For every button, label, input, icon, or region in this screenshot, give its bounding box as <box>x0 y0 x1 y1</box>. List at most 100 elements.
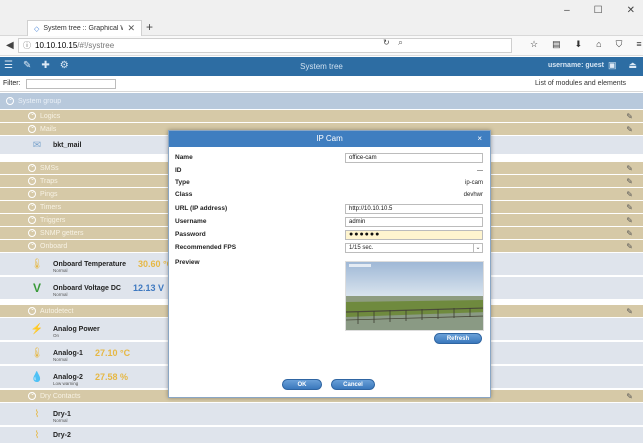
item-name: Dry-2 <box>53 431 71 439</box>
save-icon[interactable]: ▣ <box>608 60 617 71</box>
pencil-icon[interactable]: ✎ <box>626 112 633 121</box>
username-field[interactable]: admin <box>345 216 483 227</box>
group-label: Triggers <box>40 216 66 224</box>
pencil-icon[interactable]: ✎ <box>626 307 633 316</box>
collapse-icon[interactable] <box>28 175 36 185</box>
pencil-icon[interactable]: ✎ <box>626 242 633 251</box>
browser-nav-bar: ◀ ⓘ 10.10.10.15/#!/systree ↻ ⌕ ☆ ▤ ⬇ ⌂ ⛉… <box>0 36 643 56</box>
id-value: — <box>477 167 483 174</box>
field-type-row: Type ip-cam <box>175 177 485 188</box>
logout-icon[interactable]: ⏏ <box>629 60 638 71</box>
pencil-icon[interactable]: ✎ <box>626 216 633 225</box>
collapse-icon[interactable] <box>28 110 36 120</box>
group-label: Logics <box>40 112 61 120</box>
minimize-button[interactable]: – <box>564 5 570 16</box>
collapse-icon[interactable] <box>6 95 14 105</box>
download-icon[interactable]: ⬇ <box>575 39 583 50</box>
tab-title: System tree :: Graphical Wei: <box>43 25 123 32</box>
reload-icon[interactable]: ↻ <box>383 38 390 47</box>
collapse-icon[interactable] <box>28 227 36 237</box>
tree-item-logics[interactable]: Logics ✎ <box>0 110 643 122</box>
field-id-row: ID — <box>175 165 485 176</box>
window-close-button[interactable]: ✕ <box>627 5 635 16</box>
password-label: Password <box>175 231 206 238</box>
reader-icon[interactable]: ▤ <box>552 39 561 50</box>
tree-item-dry-1[interactable]: ⌇ Dry-1 Normal <box>0 403 643 425</box>
item-name: Onboard Voltage DC <box>53 284 121 292</box>
home-icon[interactable]: ⌂ <box>596 39 601 50</box>
collapse-icon[interactable] <box>28 240 36 250</box>
item-name: Dry-1 <box>53 410 71 418</box>
item-state: Low warning <box>53 381 79 386</box>
field-url-row: URL (IP address) http://10.10.10.5 <box>175 203 485 214</box>
browser-tab[interactable]: ◇ System tree :: Graphical Wei: ✕ <box>27 20 142 36</box>
group-label: Onboard <box>40 242 68 250</box>
voltage-icon: V <box>32 281 41 295</box>
bookmark-star-icon[interactable]: ☆ <box>530 39 538 50</box>
camera-preview-graphic <box>346 262 483 330</box>
tab-favicon-icon: ◇ <box>34 25 40 33</box>
pencil-icon[interactable]: ✎ <box>626 164 633 173</box>
fps-label: Recommended FPS <box>175 244 237 251</box>
fps-select[interactable]: 1/15 sec. ⌄ <box>345 242 483 253</box>
search-icon[interactable]: ⌕ <box>398 37 403 48</box>
item-state: Normal <box>53 292 68 297</box>
pencil-icon[interactable]: ✎ <box>626 203 633 212</box>
collapse-icon[interactable] <box>28 201 36 211</box>
username-label: Username <box>175 218 207 225</box>
group-label: Dry Contacts <box>40 392 81 400</box>
class-value: devhwr <box>463 191 483 198</box>
back-arrow-icon[interactable]: ◀ <box>6 40 14 51</box>
field-class-row: Class devhwr <box>175 189 485 200</box>
app-header: ☰ ✎ ✚ ⚙ System tree username: guest ▣ ⏏ <box>0 57 643 76</box>
fps-selected-value: 1/15 sec. <box>349 244 374 251</box>
pencil-icon[interactable]: ✎ <box>626 229 633 238</box>
info-icon[interactable]: ⓘ <box>23 40 31 51</box>
collapse-icon[interactable] <box>28 162 36 172</box>
refresh-button[interactable]: Refresh <box>434 333 482 344</box>
new-tab-button[interactable]: + <box>146 20 153 34</box>
tree-item-dry-2[interactable]: ⌇ Dry-2 <box>0 427 643 443</box>
class-label: Class <box>175 191 193 198</box>
item-state: Normal <box>53 357 68 362</box>
pencil-icon[interactable]: ✎ <box>626 125 633 134</box>
maximize-button[interactable]: ☐ <box>594 5 603 16</box>
filter-bar: Filter: List of modules and elements <box>0 76 643 92</box>
thermometer-icon: 🌡 <box>30 347 44 359</box>
url-host: 10.10.10.15 <box>35 41 78 50</box>
chevron-down-icon[interactable]: ⌄ <box>473 243 482 252</box>
contact-icon: ⌇ <box>34 408 40 420</box>
thermometer-icon: 🌡 <box>30 258 44 270</box>
pencil-icon[interactable]: ✎ <box>626 190 633 199</box>
ok-button[interactable]: OK <box>282 379 322 390</box>
modules-link[interactable]: List of modules and elements <box>535 80 626 87</box>
menu-icon[interactable]: ≡ <box>636 39 641 50</box>
dialog-close-icon[interactable]: × <box>477 131 482 147</box>
url-field[interactable]: http://10.10.10.5 <box>345 203 483 214</box>
collapse-icon[interactable] <box>28 305 36 315</box>
name-field[interactable]: office-cam <box>345 152 483 163</box>
humidity-drop-icon: 💧 <box>30 371 44 383</box>
group-label: System group <box>18 97 62 105</box>
collapse-icon[interactable] <box>28 390 36 400</box>
item-state: Normal <box>53 418 68 423</box>
user-label: username: guest <box>548 62 605 69</box>
item-value: 12.13 V <box>132 283 164 293</box>
collapse-icon[interactable] <box>28 214 36 224</box>
address-bar[interactable]: ⓘ 10.10.10.15/#!/systree <box>18 38 512 53</box>
tab-close-icon[interactable]: ✕ <box>127 23 135 34</box>
pencil-icon[interactable]: ✎ <box>626 392 633 401</box>
group-label: Mails <box>40 125 57 133</box>
group-label: SMSs <box>40 164 59 172</box>
collapse-icon[interactable] <box>28 188 36 198</box>
filter-input[interactable] <box>26 79 116 89</box>
item-name: bkt_mail <box>53 141 82 149</box>
mail-icon: ✉ <box>32 139 42 151</box>
password-field[interactable]: ●●●●●● <box>345 229 483 240</box>
cancel-button[interactable]: Cancel <box>331 379 375 390</box>
pencil-icon[interactable]: ✎ <box>626 177 633 186</box>
dialog-title: IP Cam <box>316 134 343 143</box>
tree-group-system[interactable]: System group <box>0 93 643 109</box>
collapse-icon[interactable] <box>28 123 36 133</box>
shield-icon[interactable]: ⛉ <box>616 39 623 50</box>
